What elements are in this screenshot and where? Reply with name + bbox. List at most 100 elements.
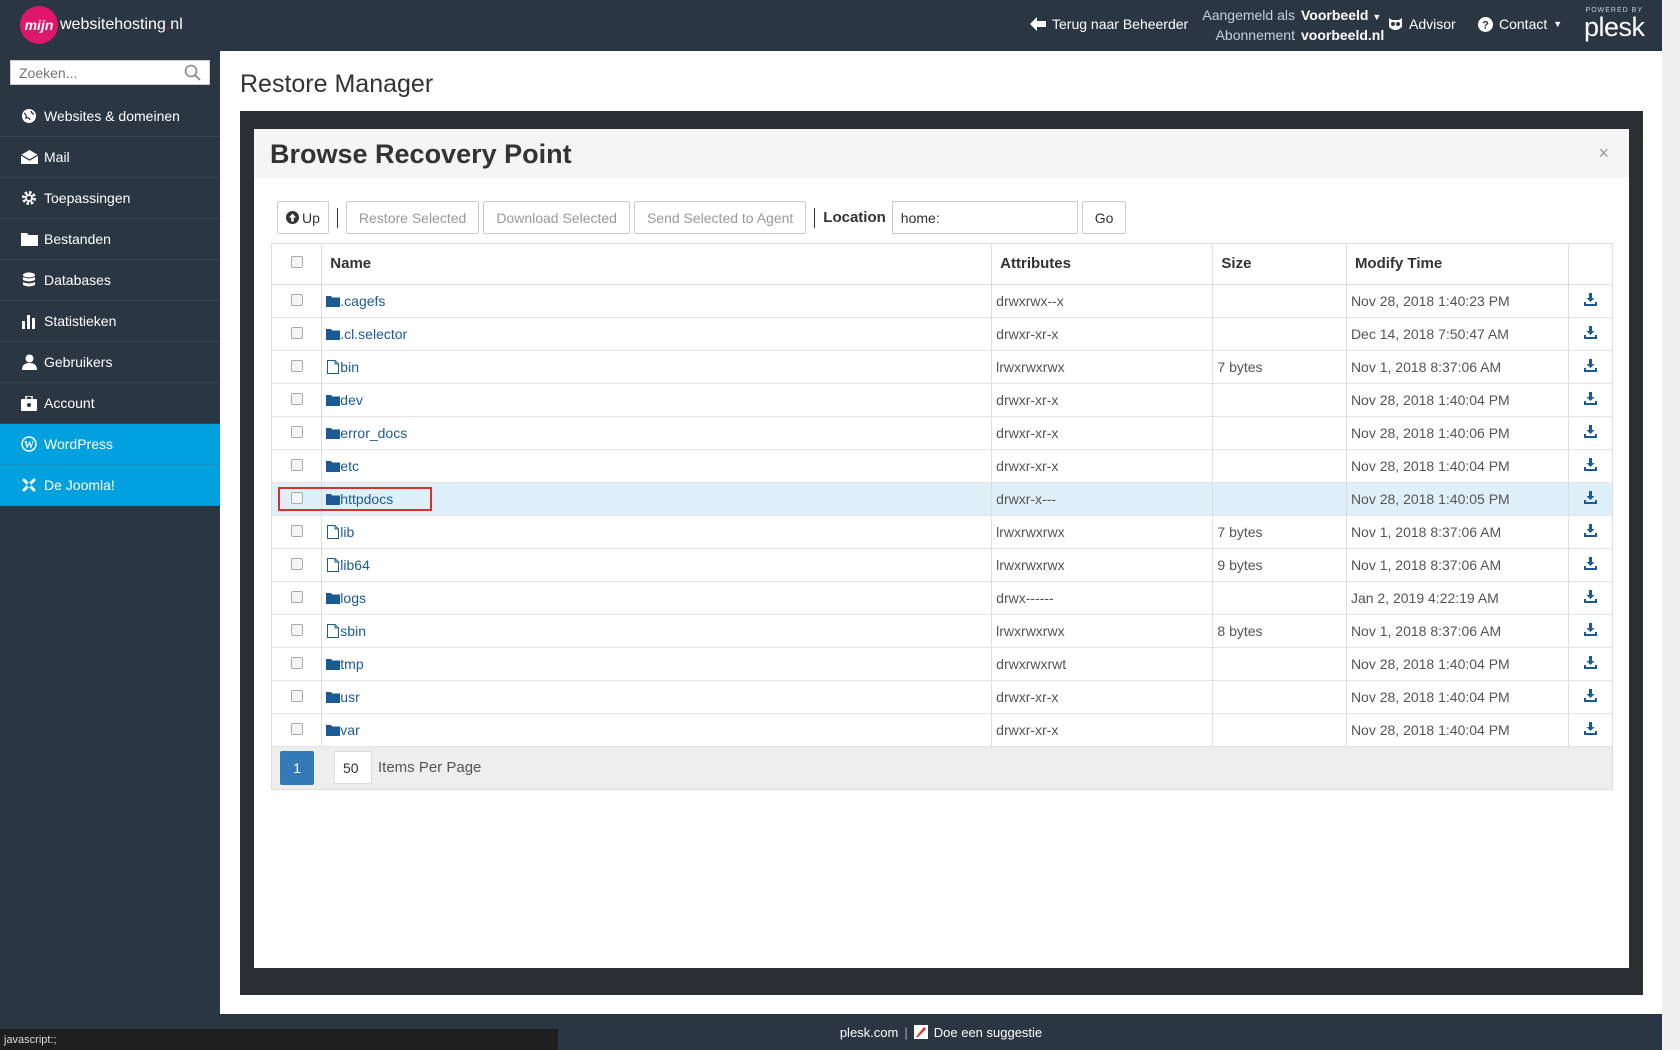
table-row[interactable]: .cl.selector drwxr-xr-x Dec 14, 2018 7:50:… bbox=[272, 317, 1612, 351]
subscription-value[interactable]: voorbeeld.nl bbox=[1301, 27, 1384, 43]
up-button[interactable]: Up bbox=[277, 201, 329, 234]
advisor-link[interactable]: Advisor bbox=[1388, 16, 1456, 32]
plesk-link[interactable]: plesk.com bbox=[840, 1025, 899, 1040]
file-link[interactable]: lib bbox=[326, 524, 991, 540]
page-1-button[interactable]: 1 bbox=[280, 750, 314, 785]
download-icon[interactable] bbox=[1583, 655, 1597, 669]
table-row[interactable]: tmp drwxrwxrwt Nov 28, 2018 1:40:04 PM bbox=[272, 647, 1612, 681]
column-header-name[interactable]: Name bbox=[321, 244, 993, 285]
row-checkbox[interactable] bbox=[290, 656, 303, 669]
download-icon[interactable] bbox=[1583, 523, 1597, 537]
row-checkbox[interactable] bbox=[290, 326, 303, 339]
sidebar-item-files[interactable]: Bestanden bbox=[0, 219, 220, 260]
file-link[interactable]: logs bbox=[326, 590, 991, 606]
top-bar: mijn websitehosting.nl Terug naar Beheer… bbox=[0, 0, 1662, 51]
name-cell: tmp bbox=[321, 647, 993, 681]
table-row[interactable]: dev drwxr-xr-x Nov 28, 2018 1:40:04 PM bbox=[272, 383, 1612, 417]
row-checkbox[interactable] bbox=[290, 458, 303, 471]
file-name: etc bbox=[340, 457, 359, 474]
download-icon[interactable] bbox=[1583, 556, 1597, 570]
items-per-page-input[interactable]: 50 bbox=[334, 751, 372, 784]
page-scrollbar[interactable] bbox=[1662, 0, 1680, 1050]
row-checkbox[interactable] bbox=[290, 425, 303, 438]
dialog-toolbar: Up Restore Selected Download Selected Se… bbox=[277, 201, 1127, 234]
download-selected-button[interactable]: Download Selected bbox=[483, 201, 630, 234]
sidebar-item-joomla[interactable]: De Joomla! bbox=[0, 465, 220, 506]
sidebar-item-statistics[interactable]: Statistieken bbox=[0, 301, 220, 342]
download-icon[interactable] bbox=[1583, 721, 1597, 735]
location-input[interactable] bbox=[891, 201, 1078, 234]
restore-selected-button[interactable]: Restore Selected bbox=[345, 201, 480, 234]
download-icon[interactable] bbox=[1583, 424, 1597, 438]
table-row[interactable]: .cagefs drwxrwx--x Nov 28, 2018 1:40:23 PM bbox=[272, 284, 1612, 318]
table-header-row: Name Attributes Size Modify Time bbox=[272, 244, 1612, 285]
sidebar-item-account[interactable]: Account bbox=[0, 383, 220, 424]
table-row[interactable]: sbin lrwxrwxrwx 8 bytes Nov 1, 2018 8:37:06… bbox=[272, 614, 1612, 648]
sidebar-item-wordpress[interactable]: W WordPress bbox=[0, 424, 220, 465]
caret-down-icon: ▼ bbox=[1372, 12, 1382, 22]
modify-time-cell: Nov 1, 2018 8:37:06 AM bbox=[1346, 350, 1569, 384]
row-checkbox[interactable] bbox=[290, 392, 303, 405]
file-link[interactable]: etc bbox=[326, 458, 991, 474]
sidebar-item-users[interactable]: Gebruikers bbox=[0, 342, 220, 383]
file-link[interactable]: .cagefs bbox=[326, 293, 991, 309]
file-link[interactable]: bin bbox=[326, 359, 991, 375]
row-checkbox[interactable] bbox=[290, 557, 303, 570]
row-checkbox[interactable] bbox=[290, 689, 303, 702]
sidebar-item-mail[interactable]: Mail bbox=[0, 137, 220, 178]
file-name: .cl.selector bbox=[340, 325, 408, 342]
folder-icon bbox=[20, 230, 38, 248]
download-icon[interactable] bbox=[1583, 358, 1597, 372]
column-header-modify-time[interactable]: Modify Time bbox=[1346, 244, 1569, 285]
table-row[interactable]: etc drwxr-xr-x Nov 28, 2018 1:40:04 PM bbox=[272, 449, 1612, 483]
row-checkbox[interactable] bbox=[290, 359, 303, 372]
file-link[interactable]: tmp bbox=[326, 656, 991, 672]
download-icon[interactable] bbox=[1583, 391, 1597, 405]
subscription-label: Abonnement bbox=[1215, 27, 1295, 43]
download-icon[interactable] bbox=[1583, 457, 1597, 471]
row-checkbox[interactable] bbox=[290, 590, 303, 603]
file-link[interactable]: usr bbox=[326, 689, 991, 705]
sidebar-item-applications[interactable]: Toepassingen bbox=[0, 178, 220, 219]
download-icon[interactable] bbox=[1583, 490, 1597, 504]
select-all-checkbox[interactable] bbox=[290, 256, 303, 269]
table-row[interactable]: lib64 lrwxrwxrwx 9 bytes Nov 1, 2018 8:37:0… bbox=[272, 548, 1612, 582]
download-icon[interactable] bbox=[1583, 292, 1597, 306]
close-icon[interactable]: × bbox=[1598, 143, 1609, 164]
row-checkbox[interactable] bbox=[290, 524, 303, 537]
sidebar-item-websites[interactable]: Websites & domeinen bbox=[0, 96, 220, 137]
table-row[interactable]: lib lrwxrwxrwx 7 bytes Nov 1, 2018 8:37:06 … bbox=[272, 515, 1612, 549]
table-row[interactable]: var drwxr-xr-x Nov 28, 2018 1:40:04 PM bbox=[272, 713, 1612, 747]
row-checkbox[interactable] bbox=[290, 722, 303, 735]
file-link[interactable]: sbin bbox=[326, 623, 991, 639]
send-to-agent-button[interactable]: Send Selected to Agent bbox=[633, 201, 807, 234]
table-row[interactable]: httpdocs drwxr-x--- Nov 28, 2018 1:40:05 P… bbox=[272, 482, 1612, 516]
sidebar-item-databases[interactable]: Databases bbox=[0, 260, 220, 301]
download-icon[interactable] bbox=[1583, 589, 1597, 603]
table-row[interactable]: logs drwx------ Jan 2, 2019 4:22:19 AM bbox=[272, 581, 1612, 615]
back-to-admin-link[interactable]: Terug naar Beheerder bbox=[1030, 16, 1188, 32]
back-label: Terug naar Beheerder bbox=[1052, 16, 1189, 32]
file-link[interactable]: var bbox=[326, 722, 991, 738]
column-header-size[interactable]: Size bbox=[1212, 244, 1347, 285]
download-icon[interactable] bbox=[1583, 325, 1597, 339]
table-row[interactable]: usr drwxr-xr-x Nov 28, 2018 1:40:04 PM bbox=[272, 680, 1612, 714]
file-link[interactable]: lib64 bbox=[326, 557, 991, 573]
download-icon[interactable] bbox=[1583, 622, 1597, 636]
table-row[interactable]: error_docs drwxr-xr-x Nov 28, 2018 1:40:06… bbox=[272, 416, 1612, 450]
contact-menu[interactable]: ? Contact ▼ bbox=[1478, 16, 1562, 32]
logo[interactable]: mijn websitehosting.nl bbox=[20, 6, 183, 44]
search-icon[interactable] bbox=[184, 64, 201, 81]
row-checkbox[interactable] bbox=[290, 293, 303, 306]
file-link[interactable]: dev bbox=[326, 392, 991, 408]
go-button[interactable]: Go bbox=[1081, 201, 1127, 234]
column-header-attributes[interactable]: Attributes bbox=[991, 244, 1214, 285]
user-menu[interactable]: Voorbeeld bbox=[1301, 7, 1368, 23]
search-input[interactable] bbox=[11, 61, 181, 84]
row-checkbox[interactable] bbox=[290, 623, 303, 636]
download-icon[interactable] bbox=[1583, 688, 1597, 702]
suggestion-link[interactable]: Doe een suggestie bbox=[934, 1025, 1042, 1040]
file-link[interactable]: .cl.selector bbox=[326, 326, 991, 342]
table-row[interactable]: bin lrwxrwxrwx 7 bytes Nov 1, 2018 8:37:06 … bbox=[272, 350, 1612, 384]
file-link[interactable]: error_docs bbox=[326, 425, 991, 441]
